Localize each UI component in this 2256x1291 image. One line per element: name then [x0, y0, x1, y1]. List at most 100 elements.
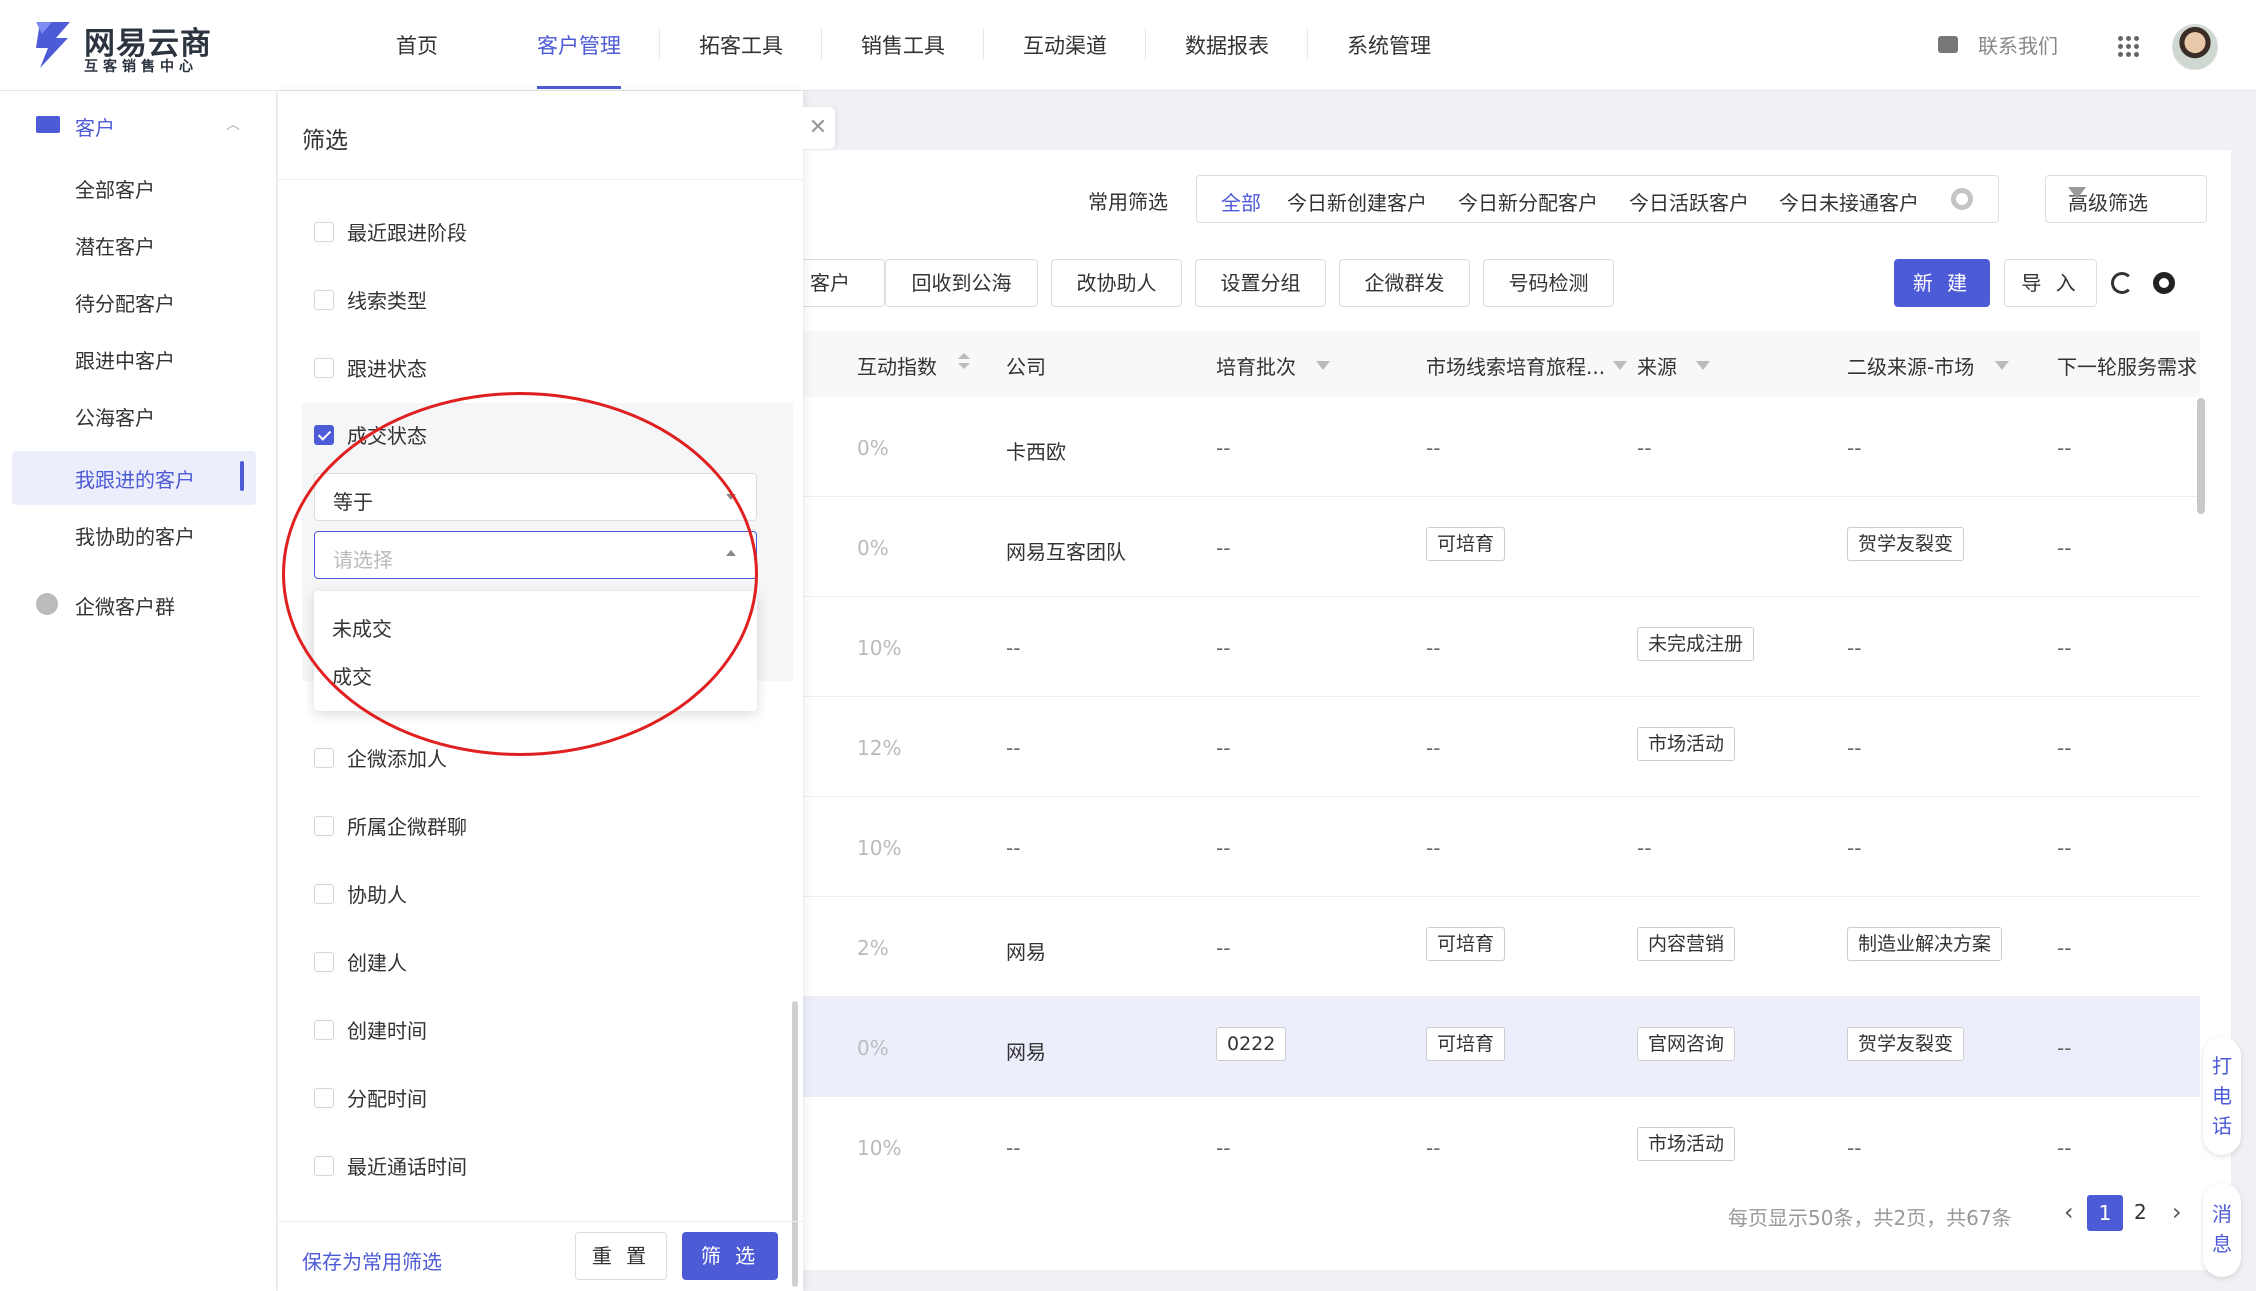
refresh-icon[interactable]	[2111, 272, 2133, 294]
cell-source-2: --	[1847, 636, 1862, 660]
chat-icon[interactable]	[1938, 36, 1958, 53]
settings-gear-icon[interactable]	[1951, 188, 1973, 210]
quick-filter-unreached[interactable]: 今日未接通客户	[1779, 187, 1919, 216]
cell-next: --	[2057, 536, 2072, 560]
dropdown-option-not-closed[interactable]: 未成交	[332, 613, 392, 642]
checkbox[interactable]	[314, 290, 334, 310]
prev-page-icon[interactable]: ‹	[2064, 1198, 2074, 1226]
checkbox-checked[interactable]	[314, 425, 334, 445]
cell-journey-tag: 可培育	[1426, 527, 1506, 561]
dropdown-option-closed[interactable]: 成交	[332, 661, 372, 690]
table-row[interactable]: 12% -- -- -- 市场活动 -- --	[803, 697, 2200, 797]
advanced-filter-button[interactable]: 高级筛选	[2045, 175, 2207, 223]
quick-filter-all[interactable]: 全部	[1221, 187, 1261, 216]
cell-company: --	[1006, 636, 1021, 660]
set-group-button[interactable]: 设置分组	[1195, 259, 1326, 307]
checkbox[interactable]	[314, 952, 334, 972]
app-grid-icon[interactable]	[2118, 36, 2140, 58]
filter-icon[interactable]	[1316, 361, 1330, 370]
table-row[interactable]: 0% 卡西欧 -- -- -- -- --	[803, 397, 2200, 497]
checkbox[interactable]	[314, 1088, 334, 1108]
checkbox[interactable]	[314, 1156, 334, 1176]
number-check-button[interactable]: 号码检测	[1483, 259, 1614, 307]
sidebar-item-following[interactable]: 跟进中客户	[75, 345, 175, 374]
close-icon[interactable]: ✕	[801, 107, 835, 149]
import-button[interactable]: 导 入	[2004, 259, 2097, 307]
sidebar-item-my-assisting[interactable]: 我协助的客户	[75, 521, 195, 550]
nav-separator	[659, 28, 660, 60]
quick-filter-bar: 全部 今日新创建客户 今日新分配客户 今日活跃客户 今日未接通客户	[1196, 175, 1999, 223]
group-icon	[36, 593, 58, 615]
sidebar-item-potential-customers[interactable]: 潜在客户	[75, 231, 155, 260]
deal-status-select[interactable]: 请选择	[314, 531, 757, 579]
sort-asc-icon[interactable]	[958, 353, 970, 359]
page-2[interactable]: 2	[2134, 1200, 2147, 1224]
sidebar-item-public-pool[interactable]: 公海客户	[75, 402, 155, 431]
checkbox[interactable]	[314, 748, 334, 768]
cell-source: --	[1637, 436, 1652, 460]
wecom-broadcast-button[interactable]: 企微群发	[1339, 259, 1470, 307]
cell-source: --	[1637, 836, 1652, 860]
col-interaction-index[interactable]: 互动指数	[857, 351, 937, 380]
page-current[interactable]: 1	[2087, 1195, 2123, 1231]
quick-filter-active[interactable]: 今日活跃客户	[1629, 187, 1749, 216]
nav-system-management[interactable]: 系统管理	[1347, 30, 1431, 60]
sidebar-item-wecom-groups[interactable]: 企微客户群	[75, 591, 175, 620]
cell-company: --	[1006, 1136, 1021, 1160]
checkbox[interactable]	[314, 884, 334, 904]
funnel-icon	[2068, 187, 2086, 199]
sidebar-group-customers[interactable]: 客户	[75, 112, 115, 141]
table-row[interactable]: 0% 网易互客团队 -- 可培育 贺学友裂变 --	[803, 497, 2200, 597]
checkbox[interactable]	[314, 816, 334, 836]
table-row[interactable]: 0% 网易 0222 可培育 官网咨询 贺学友裂变 --	[803, 997, 2200, 1097]
contact-us-link[interactable]: 联系我们	[1978, 30, 2058, 59]
change-assistant-button[interactable]: 改协助人	[1051, 259, 1182, 307]
call-float-button[interactable]: 打 电 话	[2203, 1037, 2241, 1155]
chevron-up-icon[interactable]: ︿	[226, 114, 240, 134]
nav-sales-tools[interactable]: 销售工具	[861, 30, 945, 60]
recycle-to-pool-button[interactable]: 回收到公海	[885, 259, 1038, 307]
column-settings-icon[interactable]	[2153, 272, 2175, 294]
brand-logo[interactable]: 网易云商 互客销售中心	[32, 16, 232, 76]
sidebar-item-my-following[interactable]: 我跟进的客户	[75, 464, 195, 493]
operator-select[interactable]: 等于	[314, 473, 757, 521]
next-page-icon[interactable]: ›	[2172, 1198, 2182, 1226]
message-float-button[interactable]: 消 息	[2203, 1183, 2241, 1277]
user-avatar[interactable]	[2172, 24, 2218, 70]
filter-icon[interactable]	[1995, 361, 2009, 370]
cell-company: 网易互客团队	[1006, 540, 1126, 564]
cell-journey: --	[1426, 836, 1441, 860]
checkbox[interactable]	[314, 1020, 334, 1040]
table-scrollbar[interactable]	[2197, 398, 2205, 514]
sidebar-item-to-assign[interactable]: 待分配客户	[75, 288, 175, 317]
quick-filter-new-created[interactable]: 今日新创建客户	[1287, 187, 1427, 216]
cell-batch: --	[1216, 436, 1231, 460]
sidebar-item-all-customers[interactable]: 全部客户	[75, 174, 155, 203]
cell-next: --	[2057, 1036, 2072, 1060]
sort-desc-icon[interactable]	[958, 363, 970, 369]
cell-batch: --	[1216, 736, 1231, 760]
nav-customer-management[interactable]: 客户管理	[537, 30, 621, 60]
table-row[interactable]: 10% -- -- -- 市场活动 -- --	[803, 1097, 2200, 1197]
cell-index: 0%	[857, 1036, 889, 1060]
reset-button[interactable]: 重 置	[575, 1232, 667, 1280]
nav-acquisition-tools[interactable]: 拓客工具	[699, 30, 783, 60]
nav-home[interactable]: 首页	[396, 30, 438, 60]
nav-reports[interactable]: 数据报表	[1185, 30, 1269, 60]
col-journey: 市场线索培育旅程...	[1426, 355, 1606, 379]
cell-source-tag: 官网咨询	[1637, 1027, 1736, 1061]
quick-filter-new-assigned[interactable]: 今日新分配客户	[1458, 187, 1598, 216]
apply-filter-button[interactable]: 筛 选	[682, 1232, 778, 1280]
filter-icon[interactable]	[1696, 361, 1710, 370]
filter-icon[interactable]	[1613, 361, 1627, 370]
save-as-common-filter-link[interactable]: 保存为常用筛选	[302, 1246, 442, 1275]
new-button[interactable]: 新 建	[1894, 259, 1990, 307]
table-row[interactable]: 10% -- -- -- 未完成注册 -- --	[803, 597, 2200, 697]
cell-index: 12%	[857, 736, 902, 760]
checkbox[interactable]	[314, 222, 334, 242]
checkbox[interactable]	[314, 358, 334, 378]
nav-interaction-channels[interactable]: 互动渠道	[1023, 30, 1107, 60]
cell-batch: --	[1216, 936, 1231, 960]
table-row[interactable]: 10% -- -- -- -- -- --	[803, 797, 2200, 897]
table-row[interactable]: 2% 网易 -- 可培育 内容营销 制造业解决方案 --	[803, 897, 2200, 997]
